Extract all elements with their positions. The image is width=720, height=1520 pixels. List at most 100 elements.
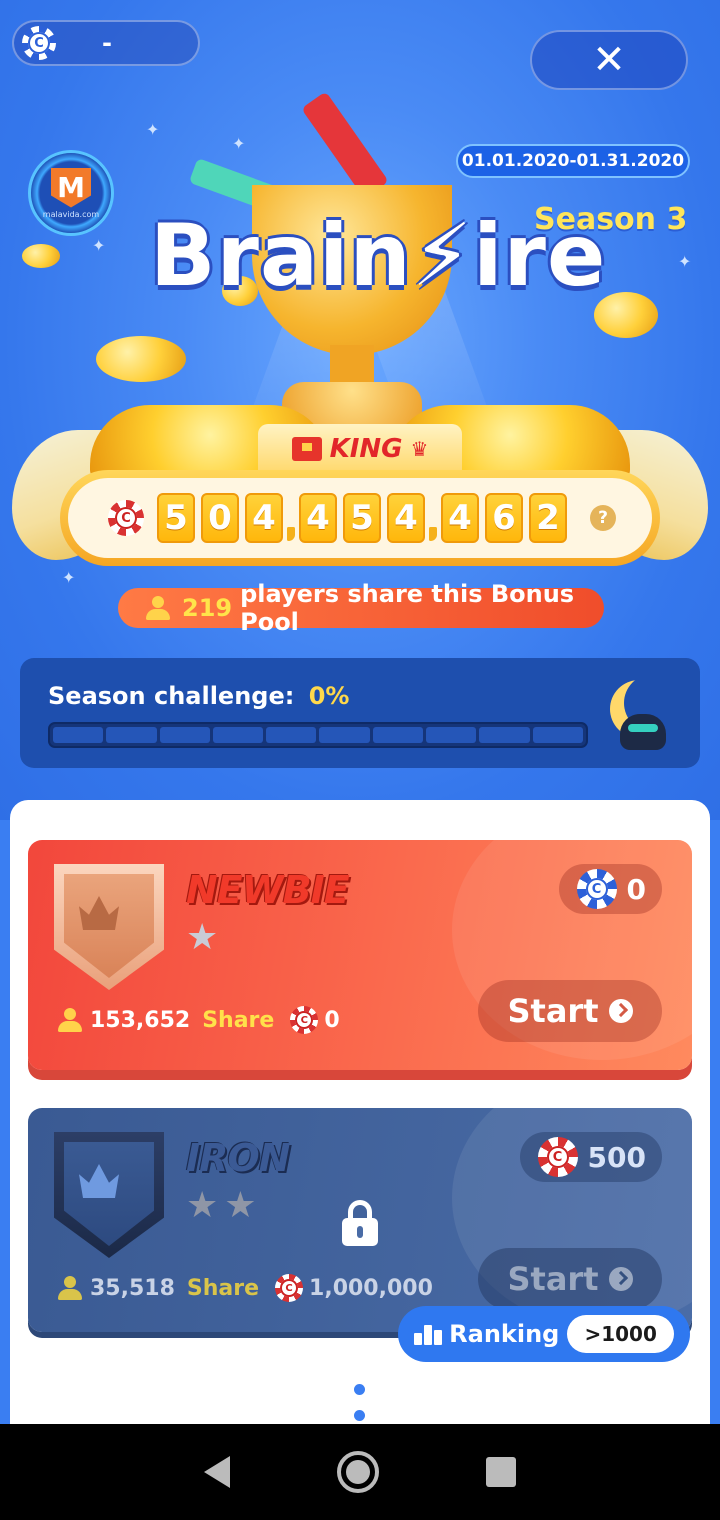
star-icon: ★ [186, 917, 219, 958]
digit-separator [287, 527, 295, 541]
entry-fee-value: 0 [626, 872, 646, 906]
poker-chip-icon: C [537, 1137, 578, 1177]
crown-icon: ♛ [410, 437, 429, 461]
sparkle-icon: ✦ [678, 252, 692, 271]
page-dot [354, 1410, 365, 1421]
share-amount: 1,000,000 [309, 1275, 433, 1301]
king-label: KING [329, 434, 403, 464]
share-amount: 0 [324, 1007, 340, 1033]
poker-chip-icon: C [576, 869, 617, 909]
person-icon [56, 1008, 84, 1032]
pool-digit: 5 [343, 493, 381, 543]
progress-segment [106, 727, 157, 743]
ranking-label: Ranking [449, 1320, 560, 1348]
pool-digit: 6 [485, 493, 523, 543]
tier-stars: ★ ★ [186, 1188, 257, 1224]
pool-digits: 5 0 4 4 5 4 4 6 2 [154, 493, 570, 543]
star-icon: ★ [186, 1185, 219, 1226]
entry-fee-value: 500 [587, 1140, 646, 1174]
home-icon[interactable] [336, 1451, 379, 1493]
progress-segment [372, 727, 424, 743]
sparkle-icon: ✦ [92, 236, 106, 255]
start-label: Start [507, 992, 599, 1030]
ranking-button[interactable]: Ranking >1000 [398, 1306, 690, 1362]
pool-digit: 0 [201, 493, 239, 543]
iron-shield-icon [54, 1132, 164, 1258]
tier-name: IRON [186, 1136, 291, 1180]
poker-chip-icon: C [108, 500, 144, 536]
back-icon[interactable] [203, 1456, 230, 1488]
logo-caption: malavida.com [42, 209, 100, 219]
entry-fee: C 500 [519, 1132, 662, 1182]
bronze-shield-icon [54, 864, 164, 990]
tier-card-newbie[interactable]: NEWBIE ★ C 0 153,652 Share C 0 Start [28, 840, 692, 1070]
shield-logo-icon: M [51, 167, 91, 208]
progress-segment [319, 727, 370, 743]
progress-segment [159, 727, 210, 743]
poker-chip-icon: C [22, 26, 56, 60]
recent-apps-icon[interactable] [486, 1457, 517, 1487]
podium-icon [414, 1323, 442, 1345]
challenge-percent: 0% [308, 682, 350, 710]
person-icon [144, 596, 172, 620]
start-label: Start [507, 1260, 599, 1298]
lock-icon [342, 1200, 378, 1248]
help-icon[interactable]: ? [590, 505, 616, 531]
tier-share-info: 153,652 Share C 0 [56, 1006, 340, 1034]
tier-players: 35,518 [90, 1275, 175, 1301]
pool-digit: 5 [157, 493, 195, 543]
person-icon [56, 1276, 84, 1300]
pool-digit: 2 [529, 493, 567, 543]
progress-segment [479, 727, 530, 743]
coin-decoration [96, 336, 186, 382]
players-text: players share this Bonus Pool [240, 580, 575, 636]
tier-players: 153,652 [90, 1007, 191, 1033]
sparkle-icon: ✦ [232, 134, 246, 153]
pool-digit: 4 [387, 493, 425, 543]
start-button-newbie[interactable]: Start [478, 980, 662, 1042]
star-icon: ★ [224, 1185, 257, 1226]
pool-digit: 4 [245, 493, 283, 543]
start-button-iron[interactable]: Start [478, 1248, 662, 1310]
entry-fee: C 0 [558, 864, 662, 914]
tier-stars: ★ [186, 920, 218, 956]
sparkle-icon: ✦ [62, 568, 76, 587]
close-icon: ✕ [592, 37, 626, 83]
digit-separator [429, 527, 437, 541]
arrow-right-icon [608, 999, 633, 1023]
chest-icon [291, 437, 322, 461]
coin-balance-value: - [102, 29, 112, 57]
close-button[interactable]: ✕ [530, 30, 688, 90]
progress-segment [532, 727, 583, 743]
season-date-range: 01.01.2020-01.31.2020 [456, 144, 690, 178]
bonus-pool-counter: C 5 0 4 4 5 4 4 6 2 ? [60, 470, 660, 566]
share-label: Share [202, 1007, 275, 1033]
progress-segment [426, 727, 477, 743]
app-logo-badge: M malavida.com [28, 150, 114, 236]
arrow-right-icon [608, 1267, 633, 1291]
bonus-pool-players: 219 players share this Bonus Pool [118, 580, 604, 636]
page-dot [354, 1384, 365, 1395]
progress-segment [53, 727, 104, 743]
ranking-value: >1000 [567, 1315, 674, 1353]
king-tag: KING ♛ [258, 424, 462, 474]
moon-cat-icon [606, 668, 686, 758]
challenge-label-row: Season challenge: 0% [48, 682, 349, 710]
season-challenge-card[interactable]: Season challenge: 0% [20, 658, 700, 768]
progress-segment [212, 727, 264, 743]
poker-chip-icon: C [290, 1006, 319, 1034]
system-navigation-bar [0, 1424, 720, 1520]
tier-name: NEWBIE [186, 868, 350, 912]
season-label: Season 3 [534, 202, 688, 237]
tier-share-info: 35,518 Share C 1,000,000 [56, 1274, 433, 1302]
challenge-label: Season challenge: [48, 682, 295, 710]
share-label: Share [186, 1275, 260, 1301]
sparkle-icon: ✦ [146, 120, 160, 139]
poker-chip-icon: C [275, 1274, 304, 1302]
pool-digit: 4 [441, 493, 479, 543]
coin-balance-pill[interactable]: C - [12, 20, 200, 66]
pool-digit: 4 [299, 493, 337, 543]
coin-decoration [22, 244, 60, 268]
progress-segment [266, 727, 317, 743]
players-count: 219 [182, 594, 233, 622]
